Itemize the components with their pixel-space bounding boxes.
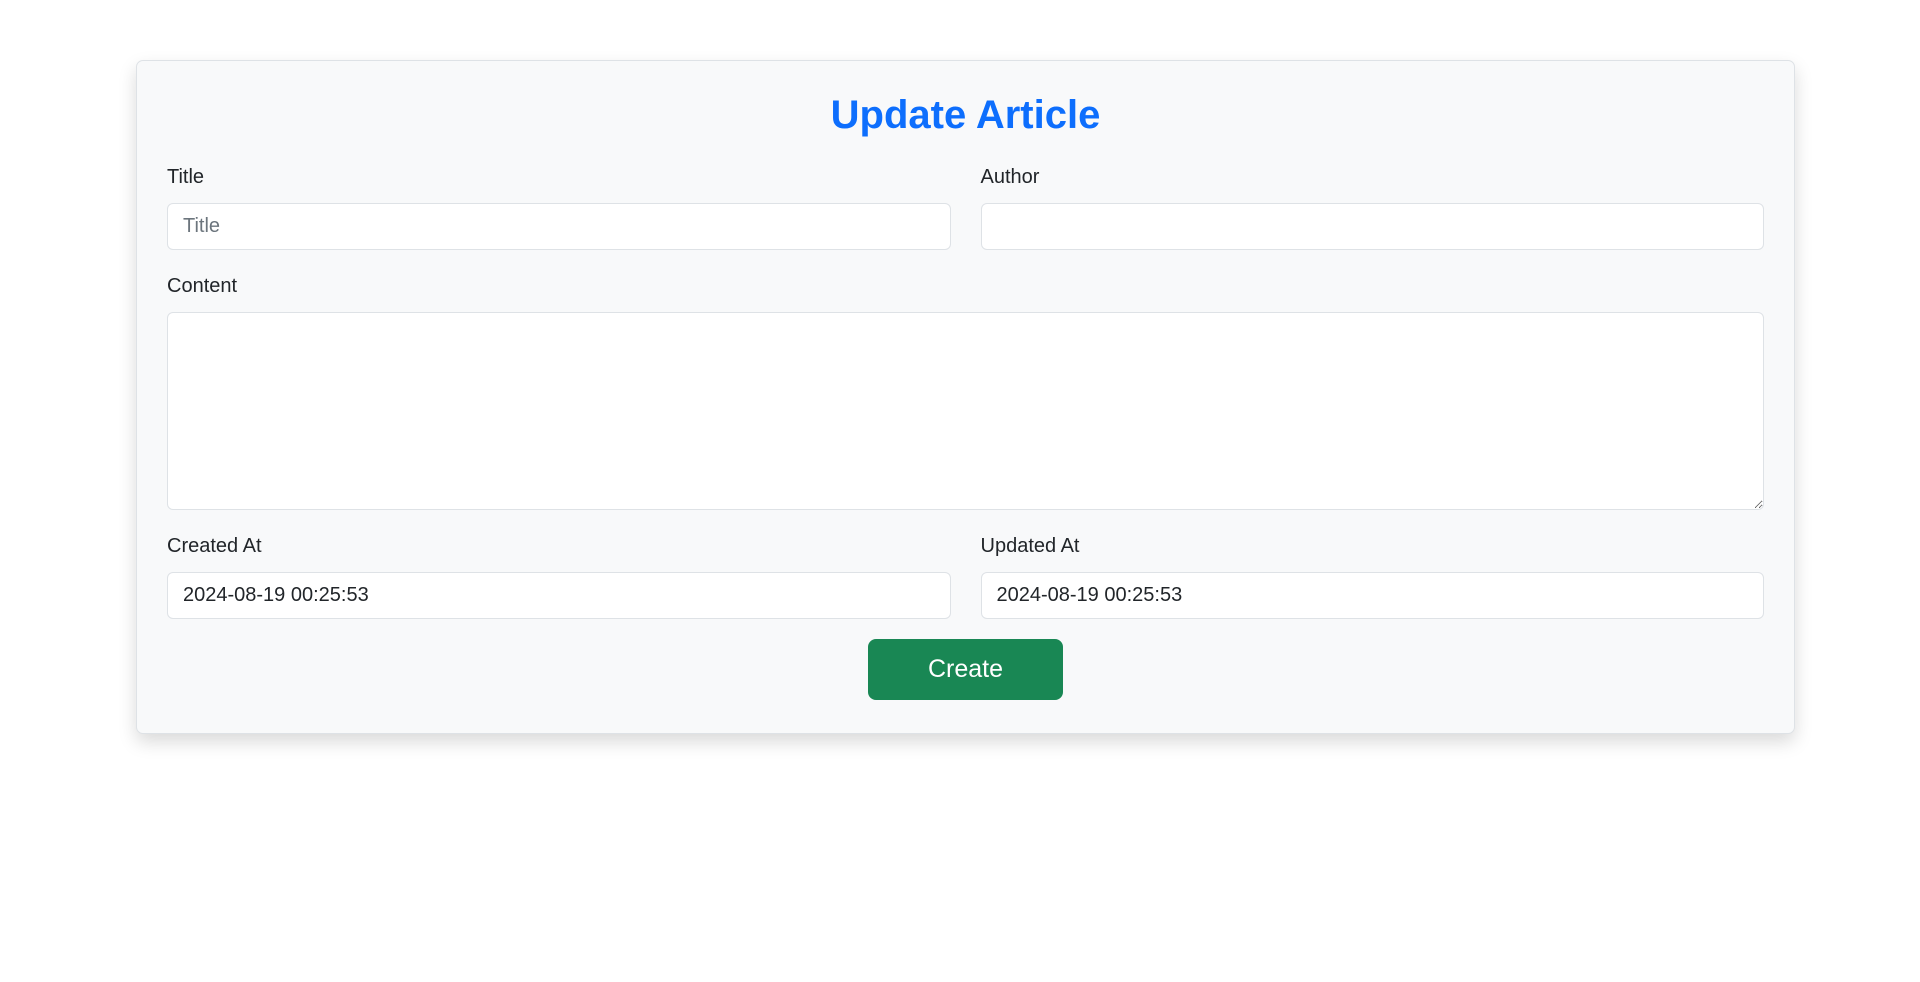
content-textarea[interactable] xyxy=(167,312,1764,510)
submit-wrapper: Create xyxy=(167,639,1764,700)
updated-at-field-group: Updated At xyxy=(980,534,1764,619)
create-button[interactable]: Create xyxy=(868,639,1063,700)
content-row: Content xyxy=(167,274,1764,510)
author-field-group: Author xyxy=(980,165,1764,250)
created-at-field-group: Created At xyxy=(167,534,951,619)
page-title: Update Article xyxy=(830,93,1101,137)
updated-at-input[interactable] xyxy=(980,572,1764,619)
content-label: Content xyxy=(167,275,238,297)
author-input[interactable] xyxy=(980,203,1764,250)
title-author-row: Title Author xyxy=(167,165,1764,250)
title-label: Title xyxy=(167,166,205,188)
updated-at-label: Updated At xyxy=(980,535,1080,557)
title-input[interactable] xyxy=(167,203,951,250)
article-form-card: Update Article Title Author Content Crea… xyxy=(136,60,1795,734)
title-field-group: Title xyxy=(167,165,951,250)
created-at-label: Created At xyxy=(167,535,262,557)
author-label: Author xyxy=(980,166,1040,188)
content-field-group: Content xyxy=(167,274,1764,510)
created-at-input[interactable] xyxy=(167,572,951,619)
timestamps-row: Created At Updated At xyxy=(167,534,1764,619)
